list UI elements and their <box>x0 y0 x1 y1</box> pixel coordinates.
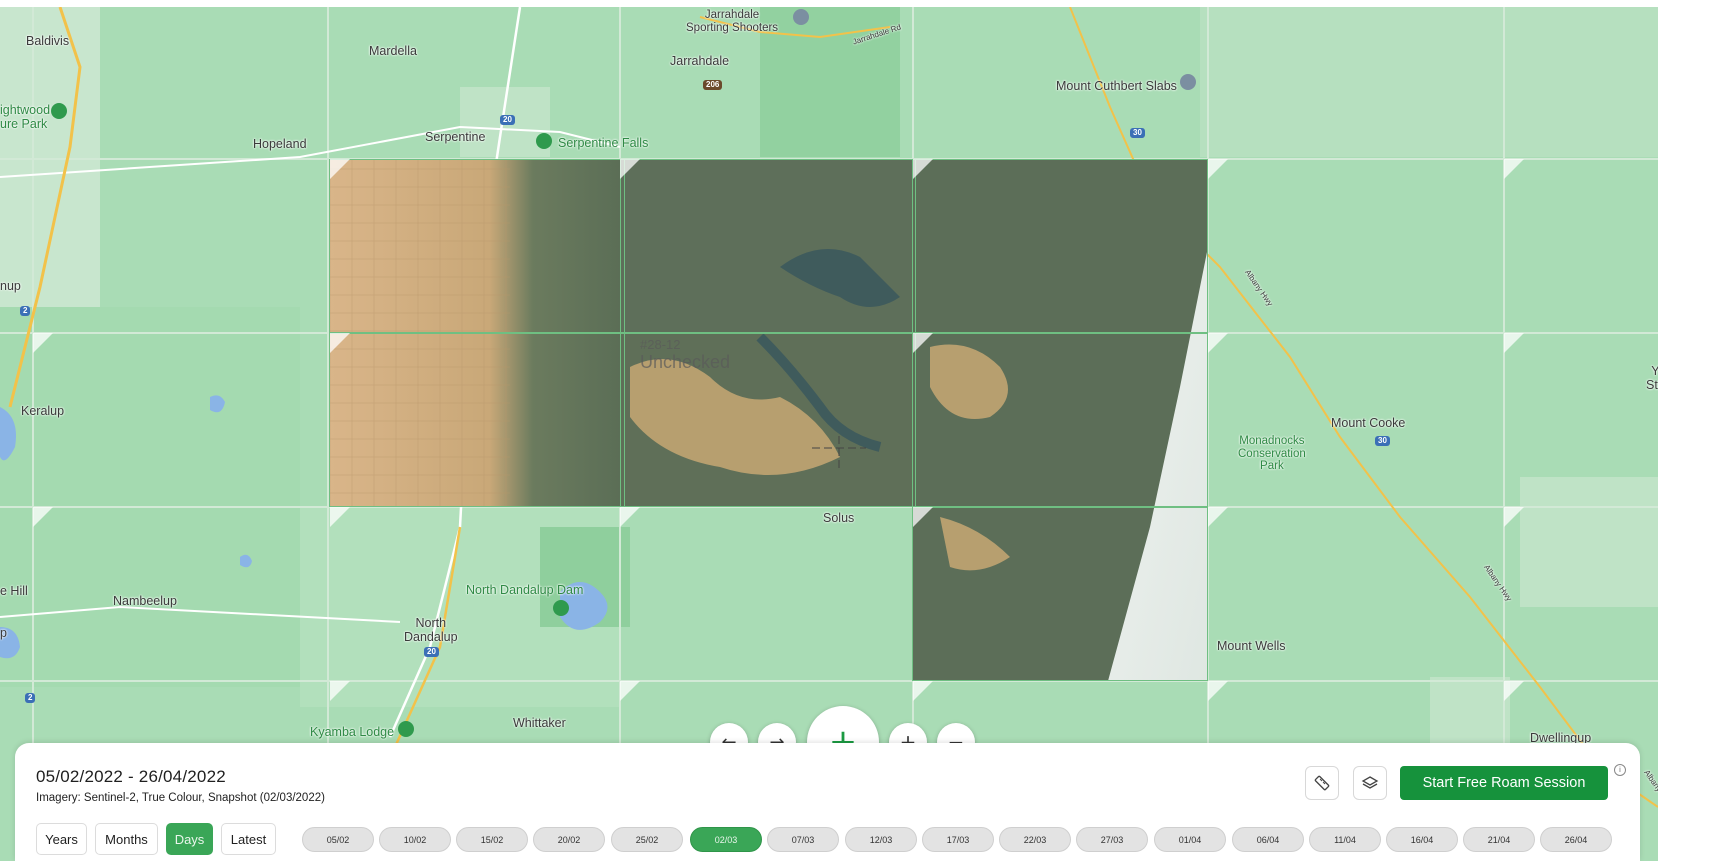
cell-corner-marker <box>1208 333 1228 353</box>
tile-border[interactable] <box>329 333 625 507</box>
place-label: Serpentine Falls <box>558 136 649 150</box>
date-chip[interactable]: 21/04 <box>1463 827 1535 852</box>
place-label: ightwood ure Park <box>0 103 51 131</box>
date-chip-selected[interactable]: 02/03 <box>690 827 762 852</box>
cell-corner-marker <box>913 507 933 527</box>
road-shield: 2 <box>20 306 31 316</box>
date-chip[interactable]: 07/03 <box>767 827 839 852</box>
granularity-months-button[interactable]: Months <box>95 823 158 855</box>
tile-border[interactable] <box>329 159 625 333</box>
place-label: nup <box>0 279 21 293</box>
ruler-icon <box>1314 775 1330 791</box>
cell-corner-marker <box>620 681 640 701</box>
layers-button[interactable] <box>1353 766 1387 800</box>
road-shield: 20 <box>500 115 515 125</box>
park-pin-icon[interactable] <box>398 721 414 737</box>
date-chip[interactable]: 16/04 <box>1386 827 1458 852</box>
date-chip[interactable]: 17/03 <box>922 827 994 852</box>
tile-border[interactable] <box>912 333 1208 507</box>
road-shield: 30 <box>1130 128 1145 138</box>
cell-corner-marker <box>1504 333 1524 353</box>
park-pin-icon[interactable] <box>51 103 67 119</box>
poi-pin-icon[interactable] <box>793 9 809 25</box>
cell-corner-marker <box>1504 681 1524 701</box>
info-icon[interactable]: i <box>1614 764 1626 776</box>
place-label: Mount Cooke <box>1331 416 1406 430</box>
date-chip[interactable]: 26/04 <box>1540 827 1612 852</box>
place-label: Serpentine <box>425 130 486 144</box>
cell-corner-marker <box>1504 159 1524 179</box>
park-pin-icon[interactable] <box>536 133 552 149</box>
place-label: Nambeelup <box>113 594 177 608</box>
road-shield: 20 <box>424 647 439 657</box>
date-chip[interactable]: 01/04 <box>1154 827 1226 852</box>
date-chip[interactable]: 22/03 <box>999 827 1071 852</box>
place-label: Hopeland <box>253 137 307 151</box>
cell-corner-marker <box>1208 507 1228 527</box>
granularity-latest-button[interactable]: Latest <box>221 823 276 855</box>
place-label: Jarrahdale <box>670 54 730 68</box>
cell-corner-marker <box>913 333 933 353</box>
tile-border[interactable] <box>620 159 916 333</box>
place-label: Mount Cuthbert Slabs <box>1056 79 1177 93</box>
place-label: Baldivis <box>26 34 70 48</box>
ruler-button[interactable] <box>1305 766 1339 800</box>
cell-corner-marker <box>913 159 933 179</box>
tile-number-label: #28-12 <box>640 337 681 352</box>
tile-border[interactable] <box>912 159 1208 333</box>
road-shield: 2 <box>25 693 36 703</box>
cell-corner-marker <box>620 507 640 527</box>
place-label: Kyamba Lodge <box>310 725 395 739</box>
cell-corner-marker <box>330 333 350 353</box>
granularity-days-button[interactable]: Days <box>166 823 213 855</box>
place-label: Whittaker <box>513 716 566 730</box>
tile-status-label: Unchecked <box>640 352 731 372</box>
date-chip[interactable]: 20/02 <box>533 827 605 852</box>
date-chip[interactable]: 11/04 <box>1309 827 1381 852</box>
place-label: Mardella <box>369 44 417 58</box>
cell-corner-marker <box>330 159 350 179</box>
cell-corner-marker <box>330 681 350 701</box>
cell-corner-marker <box>33 507 53 527</box>
road-shield: 30 <box>1375 436 1390 446</box>
date-range-title: 05/02/2022 - 26/04/2022 <box>36 767 226 786</box>
place-label: Jarrahdale Sporting Shooters <box>686 9 779 34</box>
cell-corner-marker <box>1208 681 1228 701</box>
date-chip[interactable]: 10/02 <box>379 827 451 852</box>
place-label: Y Sta <box>1646 364 1658 392</box>
place-label: Keralup <box>21 404 65 418</box>
start-free-roam-button[interactable]: Start Free Roam Session <box>1400 766 1608 800</box>
layers-icon <box>1361 776 1379 789</box>
tile-border[interactable] <box>912 507 1208 681</box>
cell-corner-marker <box>913 681 933 701</box>
place-label: Monadnocks Conservation Park <box>1238 435 1306 473</box>
cell-corner-marker <box>620 159 640 179</box>
cell-corner-marker <box>1208 159 1228 179</box>
place-label: p <box>0 626 7 640</box>
date-chip[interactable]: 27/03 <box>1076 827 1148 852</box>
cell-corner-marker <box>330 507 350 527</box>
date-chip[interactable]: 15/02 <box>456 827 528 852</box>
date-chip[interactable]: 06/04 <box>1232 827 1304 852</box>
granularity-years-button[interactable]: Years <box>36 823 87 855</box>
place-label: Mount Wells <box>1217 639 1286 653</box>
timeline-panel: 05/02/2022 - 26/04/2022 Imagery: Sentine… <box>15 743 1640 861</box>
park-pin-icon[interactable] <box>553 600 569 616</box>
place-label: e Hill <box>0 584 28 598</box>
date-chip[interactable]: 05/02 <box>302 827 374 852</box>
imagery-info: Imagery: Sentinel-2, True Colour, Snapsh… <box>36 792 325 804</box>
cell-corner-marker <box>1504 507 1524 527</box>
place-label: North Dandalup <box>404 616 458 644</box>
place-label: Solus <box>823 511 855 525</box>
place-label: North Dandalup Dam <box>466 583 584 597</box>
date-chip[interactable]: 12/03 <box>845 827 917 852</box>
road-shield: 206 <box>703 80 723 90</box>
poi-pin-icon[interactable] <box>1180 74 1196 90</box>
cell-corner-marker <box>33 333 53 353</box>
date-chip[interactable]: 25/02 <box>611 827 683 852</box>
crosshair-icon <box>812 436 866 468</box>
